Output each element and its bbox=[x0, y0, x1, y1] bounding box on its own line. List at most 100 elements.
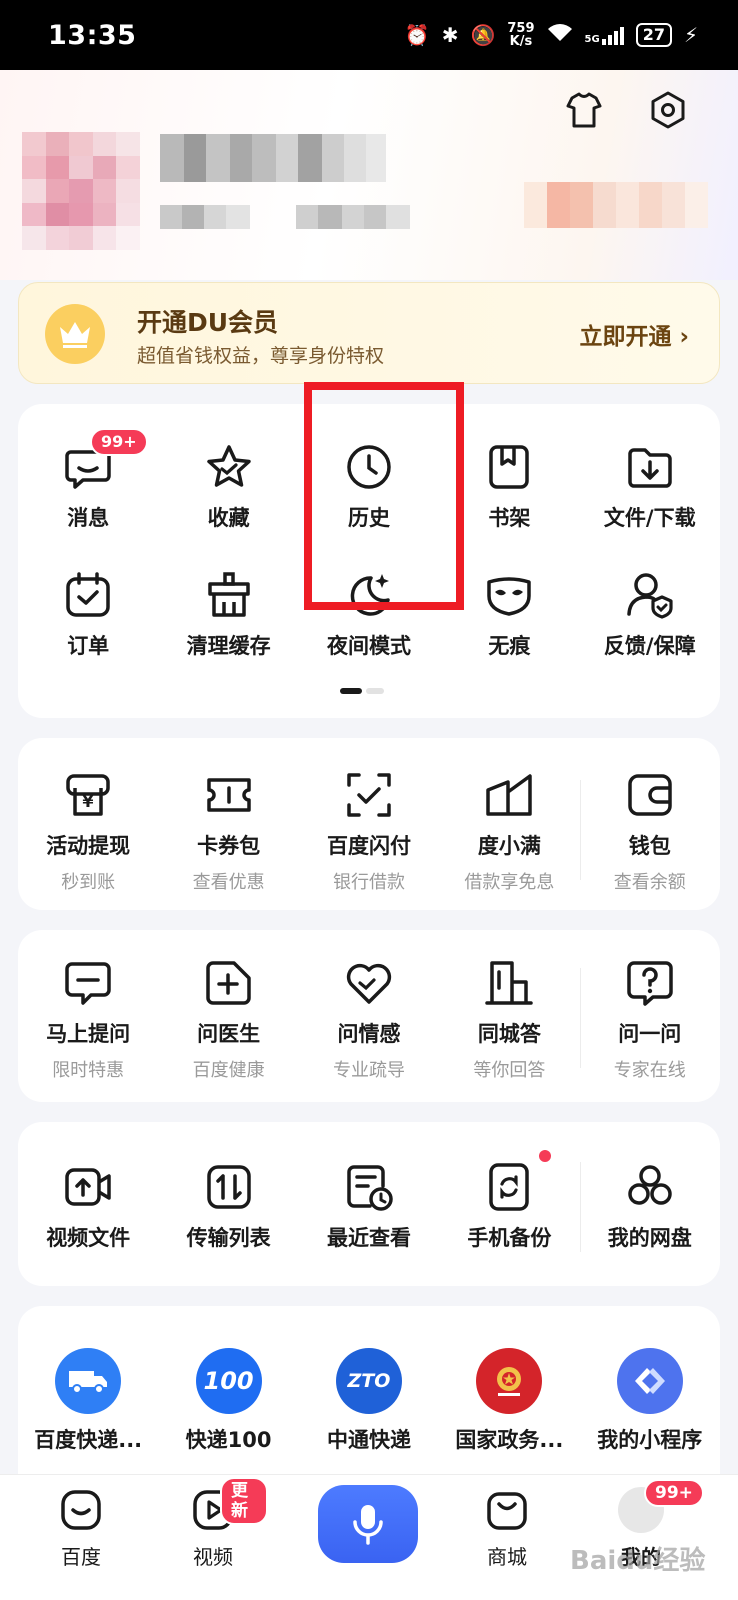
building-icon bbox=[484, 958, 534, 1008]
finance-cash[interactable]: ¥ 活动提现 秒到账 bbox=[18, 770, 158, 894]
consult-sub: 专家在线 bbox=[613, 1060, 686, 1081]
cloud-label: 最近查看 bbox=[326, 1226, 411, 1250]
finance-coupons[interactable]: 卡券包 查看优惠 bbox=[158, 770, 298, 894]
gov-icon bbox=[476, 1348, 543, 1414]
tool-label: 清理缓存 bbox=[186, 634, 271, 658]
consult-row: 马上提问 限时特惠 问医生 百度健康 问情感 专业疏导 同城答 等你回答 问一问… bbox=[18, 958, 720, 1082]
netdisk-icon bbox=[625, 1162, 675, 1212]
message-count-badge: 99+ bbox=[90, 428, 148, 456]
divider bbox=[580, 968, 581, 1068]
tool-favorites[interactable]: 收藏 bbox=[158, 442, 298, 532]
nav-label: 商城 bbox=[487, 1545, 527, 1569]
mask-icon bbox=[484, 570, 534, 620]
status-icons: ⏰ ✱ 🔕 759 K/s 5G 27 ⚡ bbox=[404, 21, 698, 49]
zto-icon: ZTO bbox=[335, 1348, 402, 1414]
svg-text:¥: ¥ bbox=[83, 792, 94, 811]
crown-icon bbox=[45, 304, 105, 364]
settings-icon[interactable] bbox=[648, 90, 688, 130]
nav-mall[interactable]: 商城 bbox=[452, 1487, 562, 1570]
battery-indicator: 27 bbox=[635, 23, 672, 47]
ticket-icon bbox=[204, 770, 254, 820]
finance-quickpay[interactable]: 百度闪付 银行借款 bbox=[299, 770, 439, 894]
tool-label: 无痕 bbox=[488, 634, 531, 658]
tool-label: 消息 bbox=[67, 506, 110, 530]
watermark: Baidu经验 bbox=[570, 1546, 706, 1576]
bottom-nav: 百度 视频 更新 商城 我的 99+ bbox=[0, 1474, 738, 1600]
cloud-label: 传输列表 bbox=[186, 1226, 271, 1250]
finance-label: 百度闪付 bbox=[326, 834, 411, 858]
doctor-icon bbox=[204, 958, 254, 1008]
app-zto[interactable]: ZTO 中通快递 bbox=[299, 1348, 439, 1454]
consult-emotion[interactable]: 问情感 专业疏导 bbox=[299, 958, 439, 1082]
cloud-backup[interactable]: 手机备份 bbox=[439, 1150, 579, 1252]
app-label: 中通快递 bbox=[326, 1428, 411, 1452]
mute-icon: 🔕 bbox=[470, 23, 496, 47]
alarm-icon: ⏰ bbox=[404, 23, 430, 47]
voice-search-button[interactable] bbox=[318, 1485, 418, 1563]
order-icon bbox=[63, 570, 113, 620]
consult-sub: 百度健康 bbox=[192, 1060, 265, 1081]
vip-open-button[interactable]: 立即开通 › bbox=[580, 317, 690, 351]
cloud-netdisk[interactable]: 我的网盘 bbox=[580, 1162, 720, 1252]
cloud-row: 视频文件 传输列表 最近查看 手机备份 我的网盘 bbox=[18, 1150, 720, 1252]
download-folder-icon bbox=[625, 442, 675, 492]
consult-doctor[interactable]: 问医生 百度健康 bbox=[158, 958, 298, 1082]
shirt-icon[interactable] bbox=[564, 90, 604, 130]
finance-sub: 银行借款 bbox=[332, 872, 405, 893]
app-mini-program[interactable]: 我的小程序 bbox=[580, 1348, 720, 1454]
app-gov[interactable]: 国家政务... bbox=[439, 1348, 579, 1454]
bluetooth-icon: ✱ bbox=[441, 23, 459, 47]
consult-label: 马上提问 bbox=[46, 1022, 131, 1046]
consult-label: 问情感 bbox=[337, 1022, 401, 1046]
vip-banner[interactable]: 开通DU会员 超值省钱权益，尊享身份特权 立即开通 › bbox=[18, 282, 720, 384]
tool-label: 文件/下载 bbox=[603, 506, 696, 530]
wifi-icon bbox=[547, 23, 573, 48]
tool-label: 反馈/保障 bbox=[603, 634, 696, 658]
nav-home[interactable]: 百度 bbox=[26, 1487, 136, 1570]
finance-label: 度小满 bbox=[477, 834, 541, 858]
bookshelf-icon bbox=[484, 442, 534, 492]
mini-program-icon bbox=[616, 1348, 683, 1414]
app-label: 百度快递... bbox=[34, 1428, 143, 1452]
finance-card: ¥ 活动提现 秒到账 卡券包 查看优惠 百度闪付 银行借款 度小满 借款享免息 bbox=[18, 738, 720, 910]
tool-label: 书架 bbox=[488, 506, 531, 530]
consult-sub: 限时特惠 bbox=[52, 1060, 125, 1081]
cloud-card: 视频文件 传输列表 最近查看 手机备份 我的网盘 bbox=[18, 1122, 720, 1286]
backup-icon bbox=[484, 1162, 534, 1212]
avatar[interactable] bbox=[22, 132, 140, 250]
cash-icon: ¥ bbox=[63, 770, 113, 820]
cloud-transfer[interactable]: 传输列表 bbox=[158, 1162, 298, 1252]
user-info bbox=[160, 205, 250, 229]
feedback-icon bbox=[625, 570, 675, 620]
consult-ask[interactable]: 问一问 专家在线 bbox=[580, 958, 720, 1082]
mine-count-badge: 99+ bbox=[644, 1479, 704, 1507]
consult-ask-now[interactable]: 马上提问 限时特惠 bbox=[18, 958, 158, 1082]
cloud-label: 视频文件 bbox=[46, 1226, 131, 1250]
app-kuaidi100[interactable]: 100 快递100 bbox=[158, 1348, 298, 1454]
duxiaoman-icon bbox=[484, 770, 534, 820]
tool-feedback[interactable]: 反馈/保障 bbox=[580, 570, 720, 660]
tool-label: 订单 bbox=[67, 634, 110, 658]
divider bbox=[580, 1162, 581, 1252]
highlight-box bbox=[304, 382, 464, 610]
finance-sub: 借款享免息 bbox=[464, 872, 555, 893]
app-baidu-express[interactable]: 百度快递... bbox=[18, 1348, 158, 1454]
cloud-video-files[interactable]: 视频文件 bbox=[18, 1162, 158, 1252]
ask-icon bbox=[625, 958, 675, 1008]
transfer-icon bbox=[204, 1162, 254, 1212]
consult-local[interactable]: 同城答 等你回答 bbox=[439, 958, 579, 1082]
cloud-recent[interactable]: 最近查看 bbox=[299, 1162, 439, 1252]
tool-message[interactable]: 消息 99+ bbox=[18, 428, 158, 532]
baidu-express-icon bbox=[55, 1348, 122, 1414]
user-tag[interactable] bbox=[524, 182, 708, 228]
finance-wallet[interactable]: 钱包 查看余额 bbox=[580, 770, 720, 894]
username bbox=[160, 134, 386, 182]
recent-icon bbox=[344, 1162, 394, 1212]
tool-downloads[interactable]: 文件/下载 bbox=[580, 442, 720, 532]
heart-icon bbox=[344, 958, 394, 1008]
nav-video[interactable]: 视频 更新 bbox=[158, 1477, 268, 1570]
tool-clear-cache[interactable]: 清理缓存 bbox=[158, 570, 298, 660]
tool-orders[interactable]: 订单 bbox=[18, 570, 158, 660]
signal-icon bbox=[601, 25, 624, 45]
finance-duxiaoman[interactable]: 度小满 借款享免息 bbox=[439, 770, 579, 894]
